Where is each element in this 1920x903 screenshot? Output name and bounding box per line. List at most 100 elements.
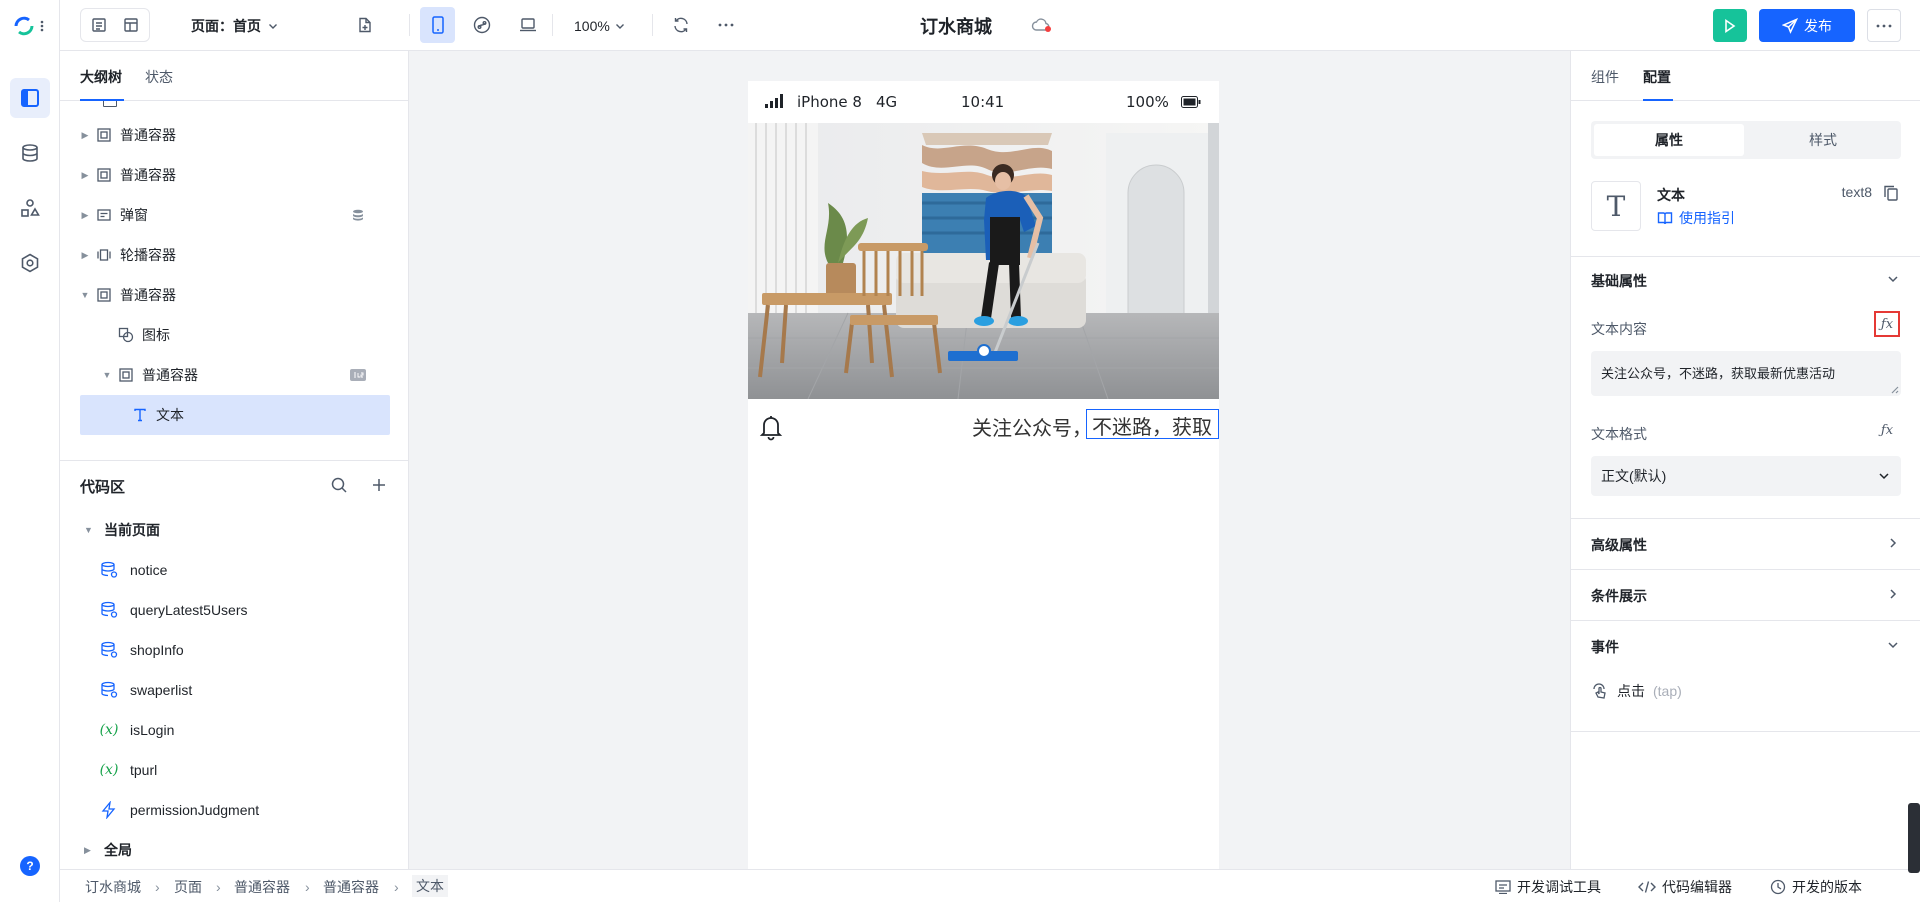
- page-selector[interactable]: 页面：首页: [191, 0, 279, 51]
- code-group-current-page[interactable]: ▼ 当前页面: [60, 510, 409, 550]
- settings-icon[interactable]: [10, 243, 50, 283]
- miniprogram-view-icon[interactable]: [468, 11, 496, 39]
- caret-down-icon: ▼: [102, 370, 112, 380]
- datasource-icon: [100, 601, 118, 619]
- breadcrumb-container-2[interactable]: 普通容器: [323, 870, 379, 903]
- code-item-notice[interactable]: notice: [60, 550, 409, 590]
- tab-outline-tree[interactable]: 大纲树: [80, 67, 122, 87]
- events-title[interactable]: 事件: [1591, 637, 1619, 657]
- layout-icon[interactable]: [117, 11, 145, 39]
- container-icon: [96, 167, 112, 183]
- chevron-right-icon[interactable]: [1886, 536, 1900, 550]
- add-page-icon[interactable]: [351, 11, 379, 39]
- tab-config[interactable]: 配置: [1643, 67, 1671, 87]
- datasource-icon: [100, 641, 118, 659]
- help-icon[interactable]: ?: [20, 856, 40, 876]
- chevron-down-icon[interactable]: [1886, 638, 1900, 652]
- tree-node-container-4[interactable]: ▼ 普通容器: [80, 355, 390, 395]
- caret-right-icon: ▶: [81, 169, 89, 180]
- page-list-icon[interactable]: [85, 11, 113, 39]
- zoom-value: 100%: [574, 17, 610, 34]
- breadcrumb-app[interactable]: 订水商城: [85, 870, 141, 903]
- code-item-permissionjudgment[interactable]: permissionJudgment: [60, 790, 409, 830]
- outline-nav-icon[interactable]: [10, 78, 50, 118]
- database-icon[interactable]: [10, 133, 50, 173]
- components-icon[interactable]: [10, 188, 50, 228]
- breadcrumb-text[interactable]: 文本: [412, 875, 448, 897]
- clock-label: 10:41: [961, 93, 1005, 111]
- resize-handle-icon[interactable]: [1889, 384, 1899, 394]
- text-content-input[interactable]: 关注公众号，不迷路，获取最新优惠活动: [1591, 351, 1901, 396]
- fx-binding-icon[interactable]: ƒx: [1874, 417, 1900, 443]
- tree-node-dialog[interactable]: ▶ 弹窗: [80, 195, 390, 235]
- run-button[interactable]: [1713, 9, 1747, 42]
- seg-styles[interactable]: 样式: [1748, 124, 1898, 156]
- code-group-global[interactable]: ▶ 全局: [60, 830, 409, 870]
- caret-right-icon: ▶: [81, 249, 89, 260]
- cloud-sync-icon[interactable]: [1031, 16, 1053, 34]
- code-item-shopinfo[interactable]: shopInfo: [60, 630, 409, 670]
- datasource-icon: [100, 561, 118, 579]
- add-icon[interactable]: [369, 475, 389, 495]
- tree-node-label: 普通容器: [120, 287, 176, 303]
- code-item-label: swaperlist: [130, 682, 193, 698]
- usage-guide-link[interactable]: 使用指引: [1657, 208, 1735, 228]
- side-handle[interactable]: [1908, 803, 1920, 873]
- event-tap[interactable]: 点击 (tap): [1591, 681, 1682, 701]
- breadcrumb-page[interactable]: 页面: [174, 870, 202, 903]
- tree-node-container-1[interactable]: ▶ 普通容器: [80, 115, 390, 155]
- code-item-querylatest5users[interactable]: queryLatest5Users: [60, 590, 409, 630]
- search-icon[interactable]: [329, 475, 349, 495]
- dev-version-button[interactable]: 开发的版本: [1770, 870, 1862, 903]
- tree-node-container-2[interactable]: ▶ 普通容器: [80, 155, 390, 195]
- design-canvas: iPhone 8 4G 10:41 100% 关注公众号， 不迷路，获取: [409, 51, 1570, 869]
- bell-icon: [758, 412, 784, 442]
- tree-node-label: 文本: [156, 407, 184, 423]
- tree-node-carousel[interactable]: ▶ 轮播容器: [80, 235, 390, 275]
- tab-state[interactable]: 状态: [145, 67, 173, 87]
- code-item-label: tpurl: [130, 762, 158, 778]
- dialog-icon: [96, 207, 112, 223]
- code-item-swaperlist[interactable]: swaperlist: [60, 670, 409, 710]
- code-editor-button[interactable]: 代码编辑器: [1638, 870, 1732, 903]
- text-format-select[interactable]: 正文(默认): [1591, 456, 1901, 496]
- more-menu-button[interactable]: [1867, 9, 1901, 42]
- advanced-props-title[interactable]: 高级属性: [1591, 535, 1647, 555]
- breadcrumb-container-1[interactable]: 普通容器: [234, 870, 290, 903]
- variable-icon: (x): [99, 722, 119, 738]
- chevron-right-icon[interactable]: [1886, 587, 1900, 601]
- seg-properties[interactable]: 属性: [1594, 124, 1744, 156]
- publish-button[interactable]: 发布: [1759, 9, 1855, 42]
- more-options-icon[interactable]: [712, 11, 740, 39]
- play-icon: [1725, 18, 1736, 33]
- refresh-icon[interactable]: [667, 11, 695, 39]
- tree-node-text-selected[interactable]: 文本: [80, 395, 390, 435]
- mobile-view-icon[interactable]: [420, 7, 455, 43]
- chevron-down-icon[interactable]: [1886, 272, 1900, 286]
- caret-right-icon: ▶: [81, 129, 89, 140]
- desktop-view-icon[interactable]: [514, 11, 542, 39]
- fx-binding-icon[interactable]: ƒx: [1874, 311, 1900, 337]
- app-logo[interactable]: [10, 14, 50, 38]
- zoom-selector[interactable]: 100%: [574, 0, 626, 51]
- book-icon: [1657, 212, 1673, 225]
- conditional-display-title[interactable]: 条件展示: [1591, 586, 1647, 606]
- event-tap-code: (tap): [1653, 683, 1682, 699]
- copy-icon[interactable]: [1882, 184, 1900, 202]
- selected-text-component[interactable]: 不迷路，获取: [1086, 409, 1219, 439]
- code-item-label: shopInfo: [130, 642, 184, 658]
- basic-props-title[interactable]: 基础属性: [1591, 271, 1647, 291]
- code-item-tpurl[interactable]: (x) tpurl: [60, 750, 409, 790]
- tree-node-container-3[interactable]: ▼ 普通容器: [80, 275, 390, 315]
- chevron-down-icon: [269, 23, 277, 29]
- code-item-label: permissionJudgment: [130, 802, 260, 818]
- devtools-button[interactable]: 开发调试工具: [1495, 870, 1601, 903]
- tab-components[interactable]: 组件: [1591, 67, 1619, 87]
- carousel-hero-image[interactable]: [748, 123, 1219, 399]
- chevron-right-icon: ›: [155, 878, 160, 895]
- tree-node-icon-component[interactable]: 图标: [80, 315, 390, 355]
- tap-gesture-icon: [1593, 683, 1606, 699]
- code-group-label: 当前页面: [104, 522, 160, 538]
- code-item-islogin[interactable]: (x) isLogin: [60, 710, 409, 750]
- phone-preview[interactable]: iPhone 8 4G 10:41 100% 关注公众号， 不迷路，获取: [748, 81, 1219, 869]
